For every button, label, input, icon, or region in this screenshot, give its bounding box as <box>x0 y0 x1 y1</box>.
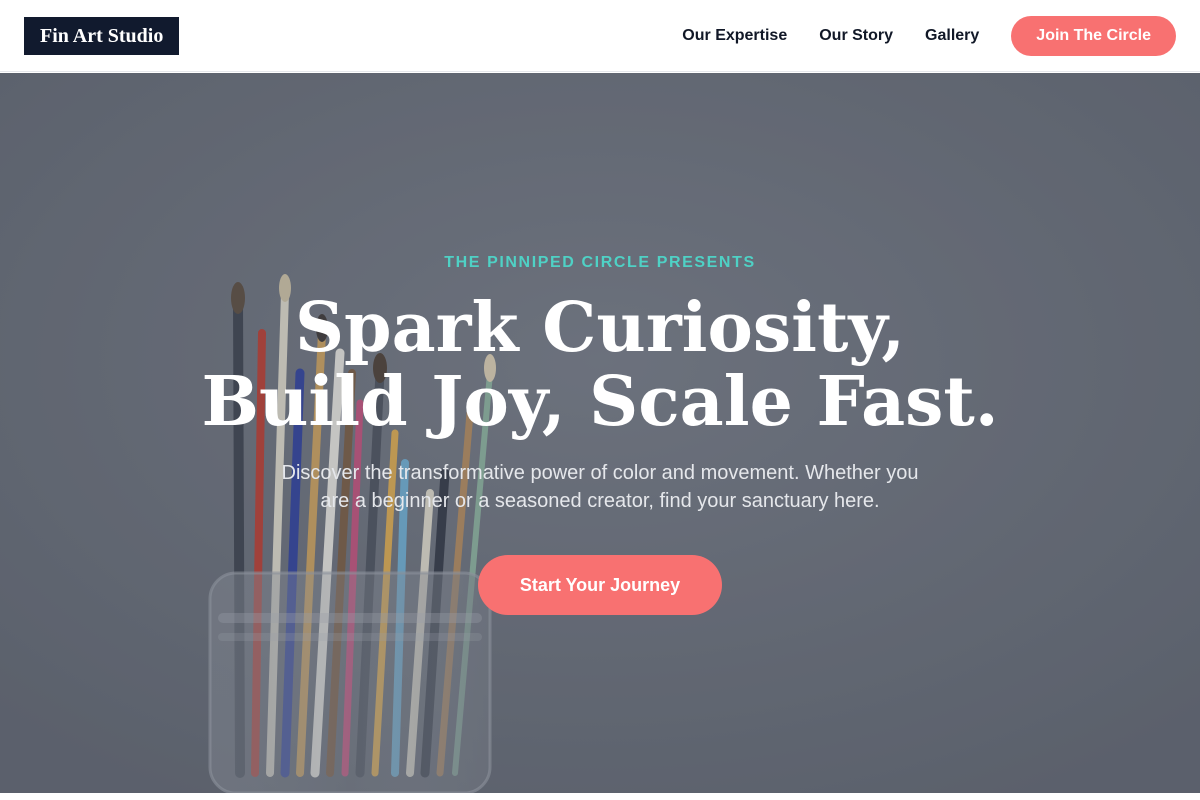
nav-link-our-expertise[interactable]: Our Expertise <box>682 27 787 45</box>
nav-link-gallery[interactable]: Gallery <box>925 27 979 45</box>
logo[interactable]: Fin Art Studio <box>24 16 180 55</box>
hero-content: THE PINNIPED CIRCLE PRESENTS Spark Curio… <box>0 73 1200 793</box>
start-your-journey-button[interactable]: Start Your Journey <box>478 555 722 615</box>
hero-eyebrow: THE PINNIPED CIRCLE PRESENTS <box>444 254 756 271</box>
join-the-circle-button[interactable]: Join The Circle <box>1011 15 1176 56</box>
hero-subtext: Discover the transformative power of col… <box>281 462 919 512</box>
hero-section: THE PINNIPED CIRCLE PRESENTS Spark Curio… <box>0 73 1200 793</box>
site-header: Fin Art Studio Our Expertise Our Story G… <box>0 0 1200 72</box>
hero-headline: Spark Curiosity, Build Joy, Scale Fast. <box>201 288 999 442</box>
main-nav: Our Expertise Our Story Gallery Join The… <box>682 15 1176 56</box>
nav-link-our-story[interactable]: Our Story <box>819 27 893 45</box>
